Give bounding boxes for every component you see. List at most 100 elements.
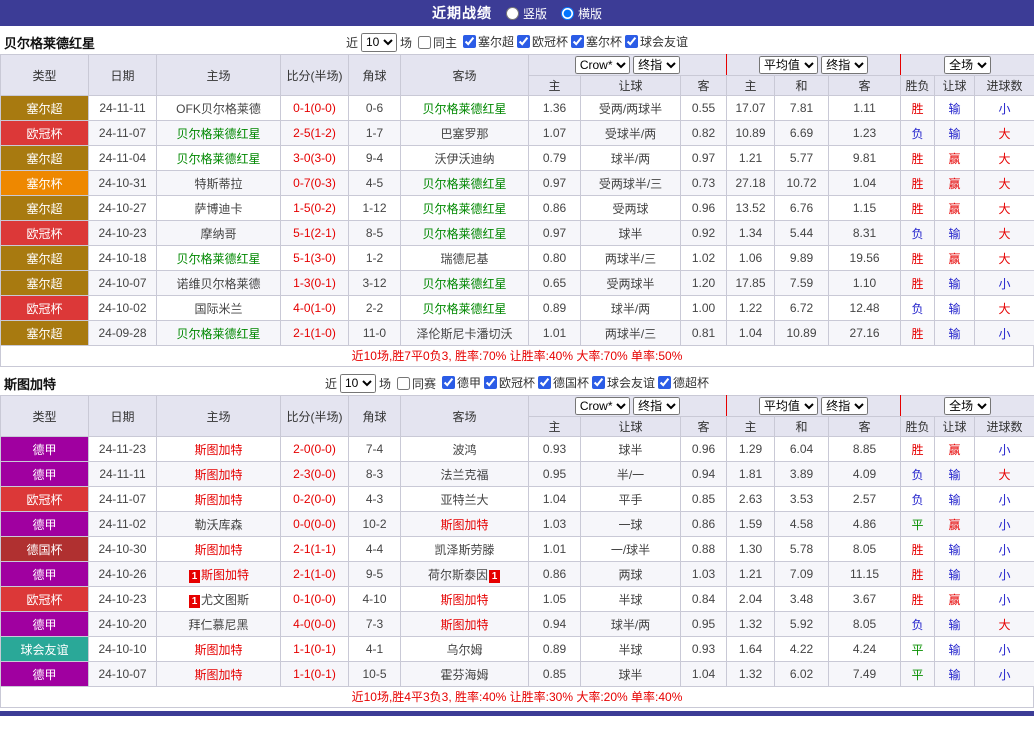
same-checkbox[interactable]: [417, 35, 431, 49]
home-team[interactable]: 萨博迪卡: [156, 195, 281, 221]
away-team[interactable]: 沃伊沃迪纳: [400, 145, 529, 171]
score[interactable]: 1-1(0-1): [280, 636, 349, 662]
score[interactable]: 5-1(3-0): [280, 245, 349, 271]
league-filter[interactable]: 塞尔超: [460, 33, 514, 50]
home-team[interactable]: 贝尔格莱德红星: [156, 145, 281, 171]
league-filter[interactable]: 德甲: [439, 374, 481, 391]
league-filter[interactable]: 德国杯: [535, 374, 589, 391]
home-team[interactable]: 斯图加特: [156, 636, 281, 662]
away-team[interactable]: 贝尔格莱德红星: [400, 220, 529, 246]
home-team[interactable]: 特斯蒂拉: [156, 170, 281, 196]
away-team[interactable]: 巴塞罗那: [400, 120, 529, 146]
home-team[interactable]: 贝尔格莱德红星: [156, 120, 281, 146]
home-team[interactable]: 1 斯图加特: [156, 561, 281, 587]
score[interactable]: 0-1(0-0): [280, 95, 349, 121]
odds-source-select[interactable]: Crow*: [574, 56, 630, 74]
away-team[interactable]: 霍芬海姆: [400, 661, 529, 687]
league-filter[interactable]: 德超杯: [655, 374, 709, 391]
scope-select[interactable]: 全场: [944, 56, 992, 74]
away-team[interactable]: 贝尔格莱德红星: [400, 270, 529, 296]
away-team[interactable]: 凯泽斯劳滕: [400, 536, 529, 562]
league-checkbox[interactable]: [538, 376, 552, 389]
same-filter[interactable]: 同主: [415, 34, 457, 51]
home-team[interactable]: 摩纳哥: [156, 220, 281, 246]
away-team[interactable]: 斯图加特: [400, 511, 529, 537]
avg-kind-select[interactable]: 终指: [821, 397, 869, 415]
score[interactable]: 2-0(0-0): [280, 436, 349, 462]
league-filter[interactable]: 球会友谊: [622, 33, 688, 50]
league-checkbox[interactable]: [658, 376, 672, 389]
away-team[interactable]: 斯图加特: [400, 611, 529, 637]
away-team[interactable]: 贝尔格莱德红星: [400, 95, 529, 121]
away-team[interactable]: 亚特兰大: [400, 486, 529, 512]
avg-source-select[interactable]: 平均值: [758, 56, 818, 74]
score[interactable]: 2-5(1-2): [280, 120, 349, 146]
same-checkbox[interactable]: [396, 376, 410, 390]
score[interactable]: 2-3(0-0): [280, 461, 349, 487]
league-checkbox[interactable]: [517, 35, 530, 48]
home-team[interactable]: 斯图加特: [156, 436, 281, 462]
odds-kind-select[interactable]: 终指: [633, 397, 681, 415]
score[interactable]: 2-1(1-1): [280, 536, 349, 562]
away-team[interactable]: 斯图加特: [400, 586, 529, 612]
score[interactable]: 4-0(1-0): [280, 295, 349, 321]
avg-source-select[interactable]: 平均值: [758, 397, 818, 415]
score[interactable]: 1-5(0-2): [280, 195, 349, 221]
away-team[interactable]: 贝尔格莱德红星: [400, 195, 529, 221]
avg-kind-select[interactable]: 终指: [821, 56, 869, 74]
score[interactable]: 1-1(0-1): [280, 661, 349, 687]
away-team[interactable]: 贝尔格莱德红星: [400, 170, 529, 196]
match-date: 24-10-20: [88, 611, 157, 637]
odds-kind-select[interactable]: 终指: [633, 56, 681, 74]
scope-select[interactable]: 全场: [944, 397, 992, 415]
league-filter[interactable]: 塞尔杯: [568, 33, 622, 50]
league-checkbox[interactable]: [484, 376, 497, 389]
away-team[interactable]: 贝尔格莱德红星: [400, 295, 529, 321]
league-checkbox[interactable]: [592, 376, 606, 389]
vertical-radio[interactable]: [505, 6, 519, 20]
home-team[interactable]: 贝尔格莱德红星: [156, 245, 281, 271]
league-checkbox[interactable]: [571, 35, 585, 48]
same-filter[interactable]: 同赛: [394, 375, 436, 392]
avg-home: 1.21: [726, 145, 776, 171]
league-checkbox[interactable]: [441, 376, 455, 389]
score[interactable]: 3-0(3-0): [280, 145, 349, 171]
match-count-select[interactable]: 10: [360, 32, 397, 52]
odds-source-select[interactable]: Crow*: [574, 397, 630, 415]
score[interactable]: 1-3(0-1): [280, 270, 349, 296]
horizontal-radio[interactable]: [561, 6, 574, 20]
score[interactable]: 0-7(0-3): [280, 170, 349, 196]
score[interactable]: 2-1(1-0): [280, 561, 349, 587]
league-filter[interactable]: 欧冠杯: [514, 33, 568, 50]
away-team[interactable]: 泽伦斯尼卡潘切沃: [400, 320, 529, 346]
home-team[interactable]: 斯图加特: [156, 536, 281, 562]
score[interactable]: 4-0(0-0): [280, 611, 349, 637]
away-team[interactable]: 波鸿: [400, 436, 529, 462]
score[interactable]: 0-0(0-0): [280, 511, 349, 537]
score[interactable]: 0-2(0-0): [280, 486, 349, 512]
home-team[interactable]: 勒沃库森: [156, 511, 281, 537]
home-team[interactable]: OFK贝尔格莱德: [156, 95, 281, 121]
home-team[interactable]: 斯图加特: [156, 461, 281, 487]
home-team[interactable]: 诺维贝尔格莱德: [156, 270, 281, 296]
away-team[interactable]: 荷尔斯泰因 1: [400, 561, 529, 587]
away-team[interactable]: 乌尔姆: [400, 636, 529, 662]
home-team[interactable]: 拜仁慕尼黑: [156, 611, 281, 637]
match-count-select[interactable]: 10: [339, 373, 376, 393]
away-team[interactable]: 法兰克福: [400, 461, 529, 487]
home-team[interactable]: 1 尤文图斯: [156, 586, 281, 612]
home-team[interactable]: 国际米兰: [156, 295, 281, 321]
layout-vertical-radio[interactable]: 竖版: [505, 5, 547, 22]
league-filter[interactable]: 球会友谊: [589, 374, 655, 391]
score[interactable]: 0-1(0-0): [280, 586, 349, 612]
league-checkbox[interactable]: [625, 35, 639, 48]
league-filter[interactable]: 欧冠杯: [481, 374, 535, 391]
home-team[interactable]: 贝尔格莱德红星: [156, 320, 281, 346]
score[interactable]: 2-1(1-0): [280, 320, 349, 346]
layout-horizontal-radio[interactable]: 横版: [561, 5, 602, 22]
score[interactable]: 5-1(2-1): [280, 220, 349, 246]
league-checkbox[interactable]: [462, 35, 476, 48]
away-team[interactable]: 瑞德尼基: [400, 245, 529, 271]
home-team[interactable]: 斯图加特: [156, 486, 281, 512]
home-team[interactable]: 斯图加特: [156, 661, 281, 687]
